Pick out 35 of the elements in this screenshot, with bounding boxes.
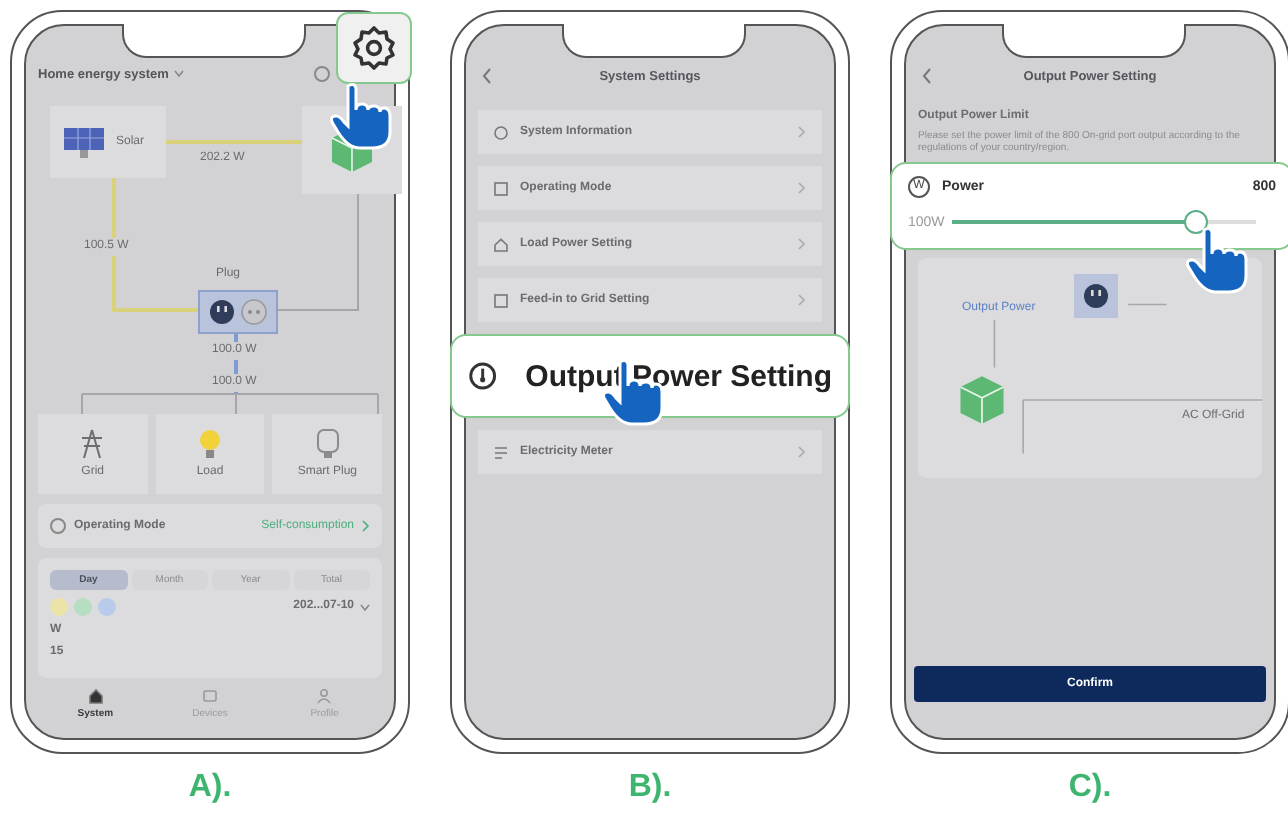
chevron-right-icon bbox=[798, 238, 806, 250]
settings-icon bbox=[350, 24, 398, 72]
pylon-icon bbox=[78, 428, 107, 461]
caret-down-icon bbox=[360, 603, 370, 611]
chevron-right-icon bbox=[798, 294, 806, 306]
back-icon[interactable] bbox=[482, 68, 492, 84]
plug-icon bbox=[1082, 281, 1110, 310]
status-icon bbox=[314, 66, 330, 82]
window-icon bbox=[201, 688, 218, 704]
house-icon bbox=[87, 688, 104, 704]
panel-caption: C). bbox=[1068, 770, 1112, 806]
light-bulb-icon bbox=[198, 428, 222, 461]
chevron-right-icon bbox=[362, 520, 370, 532]
list-icon bbox=[494, 445, 508, 459]
hand-pointer-icon bbox=[328, 80, 392, 152]
chevron-right-icon bbox=[798, 182, 806, 194]
plug-icon bbox=[208, 298, 236, 326]
panel-caption: A). bbox=[188, 770, 232, 806]
chevron-right-icon bbox=[798, 446, 806, 458]
slider-thumb[interactable] bbox=[1183, 209, 1208, 234]
person-icon bbox=[316, 688, 333, 704]
square-icon bbox=[494, 293, 508, 307]
settings-button[interactable] bbox=[336, 12, 412, 84]
circle-icon bbox=[494, 125, 508, 139]
house-icon bbox=[494, 237, 508, 251]
socket-icon bbox=[240, 298, 268, 326]
gauge-icon bbox=[468, 358, 498, 394]
smart-plug-icon bbox=[315, 428, 340, 461]
square-icon bbox=[494, 181, 508, 195]
panel-caption: B). bbox=[628, 770, 672, 806]
solar-panel-icon bbox=[62, 126, 106, 158]
chevron-right-icon bbox=[798, 126, 806, 138]
power-slider[interactable] bbox=[952, 209, 1256, 236]
caret-down-icon bbox=[174, 70, 185, 78]
back-icon[interactable] bbox=[922, 68, 932, 84]
